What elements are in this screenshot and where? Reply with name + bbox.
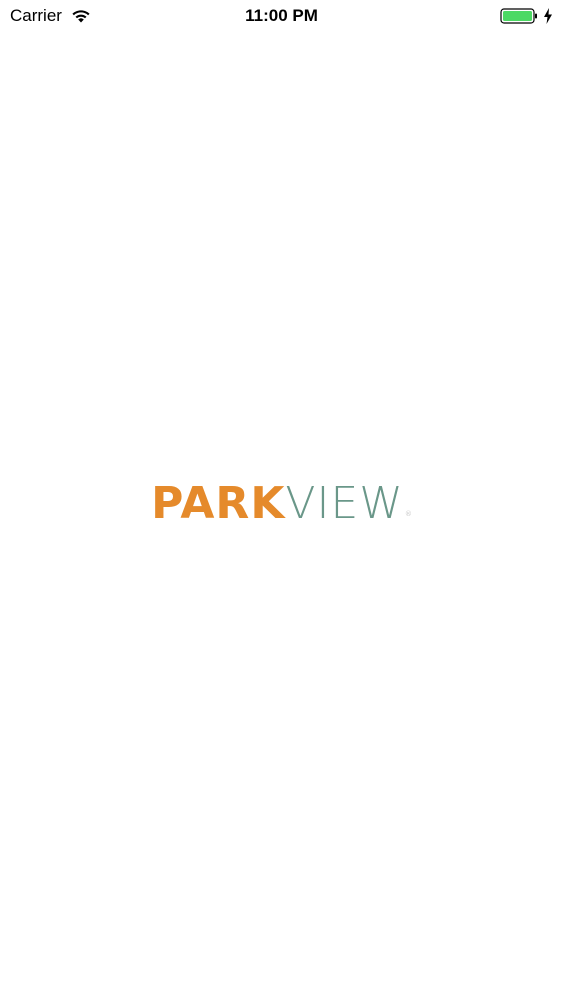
- battery-icon: [500, 8, 537, 24]
- charging-bolt-icon: [544, 8, 552, 24]
- registered-mark: ®: [404, 510, 412, 518]
- logo-view-text: VIEW: [285, 478, 404, 529]
- status-bar: Carrier 11:00 PM: [0, 0, 563, 34]
- parkview-logo: PARKVIEW®: [0, 474, 563, 534]
- status-right: [500, 6, 553, 26]
- status-time: 11:00 PM: [245, 6, 318, 25]
- logo-park-text: PARK: [151, 478, 286, 529]
- splash-screen: Carrier 11:00 PM PARKVIEW®: [0, 0, 563, 1000]
